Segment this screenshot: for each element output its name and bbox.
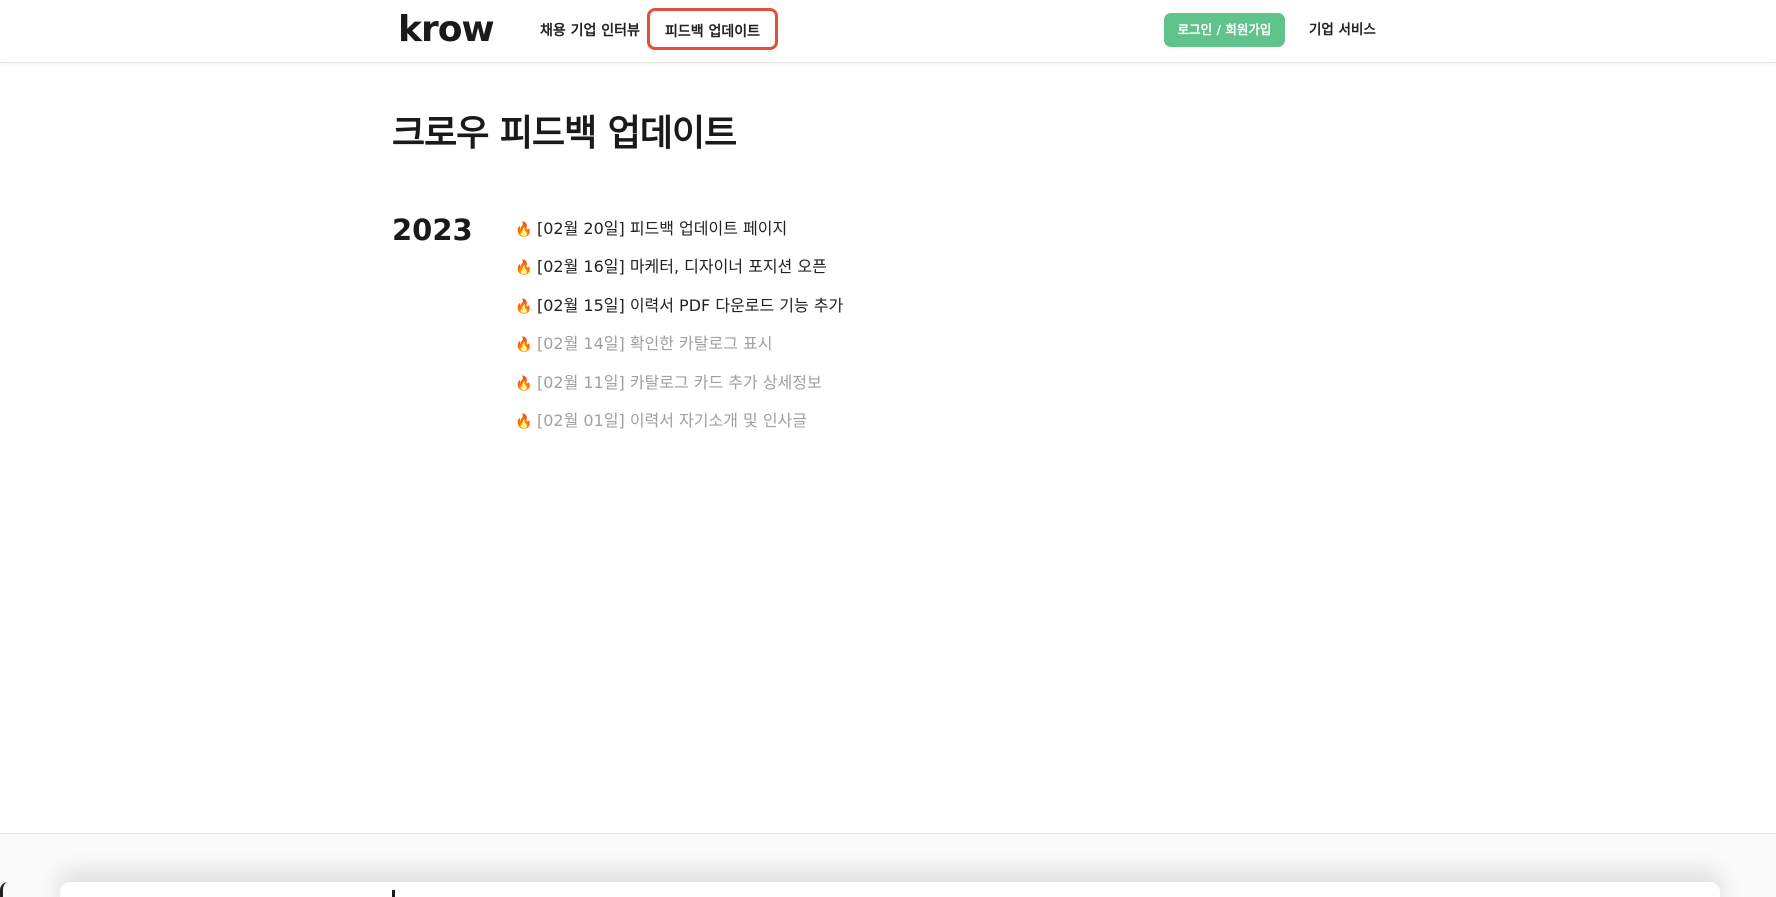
update-item-label: [02월 15일] 이력서 PDF 다운로드 기능 추가: [537, 295, 844, 315]
corner-decoration: [0, 882, 11, 897]
update-item-0201[interactable]: 🔥 [02월 01일] 이력서 자기소개 및 인사글: [515, 404, 843, 442]
flame-icon: 🔥: [515, 298, 533, 315]
footer-logo-fragment: [390, 884, 400, 897]
flame-icon: 🔥: [515, 222, 533, 238]
update-item-0214[interactable]: 🔥 [02월 14일] 확인한 카탈로그 표시: [515, 327, 843, 365]
nav-company-interview[interactable]: 채용 기업 인터뷰: [540, 10, 640, 52]
top-navigation-bar: krow 채용 기업 인터뷰 피드백 업데이트 로그인 / 회원가입 기업 서비…: [0, 0, 1776, 63]
update-item-label: [02월 11일] 카탈로그 카드 추가 상세정보: [537, 372, 822, 392]
update-item-label: [02월 20일] 피드백 업데이트 페이지: [537, 219, 788, 238]
flame-icon: 🔥: [515, 260, 533, 277]
footer-card: [60, 882, 1720, 897]
page-title: 크로우 피드백 업데이트: [392, 113, 737, 154]
flame-icon: 🔥: [515, 375, 533, 392]
update-item-0215[interactable]: 🔥 [02월 15일] 이력서 PDF 다운로드 기능 추가: [515, 289, 843, 327]
update-item-label: [02월 14일] 확인한 카탈로그 표시: [537, 334, 773, 354]
update-list: 🔥 [02월 20일] 피드백 업데이트 페이지 🔥 [02월 16일] 마케터, …: [515, 212, 843, 442]
nav-feedback-update[interactable]: 피드백 업데이트: [647, 8, 779, 50]
update-item-label: [02월 01일] 이력서 자기소개 및 인사글: [537, 410, 807, 430]
update-item-0211[interactable]: 🔥 [02월 11일] 카탈로그 카드 추가 상세정보: [515, 366, 843, 404]
update-item-0220[interactable]: 🔥 [02월 20일] 피드백 업데이트 페이지: [515, 212, 843, 250]
business-service-link[interactable]: 기업 서비스: [1309, 13, 1376, 47]
flame-icon: 🔥: [515, 337, 533, 354]
year-heading: 2023: [392, 213, 473, 247]
update-item-0216[interactable]: 🔥 [02월 16일] 마케터, 디자이너 포지션 오픈: [515, 250, 843, 288]
update-item-label: [02월 16일] 마케터, 디자이너 포지션 오픈: [537, 257, 827, 277]
krow-logo[interactable]: krow: [398, 8, 495, 52]
flame-icon: 🔥: [515, 413, 533, 430]
footer: [0, 833, 1776, 897]
login-signup-button[interactable]: 로그인 / 회원가입: [1164, 13, 1285, 47]
